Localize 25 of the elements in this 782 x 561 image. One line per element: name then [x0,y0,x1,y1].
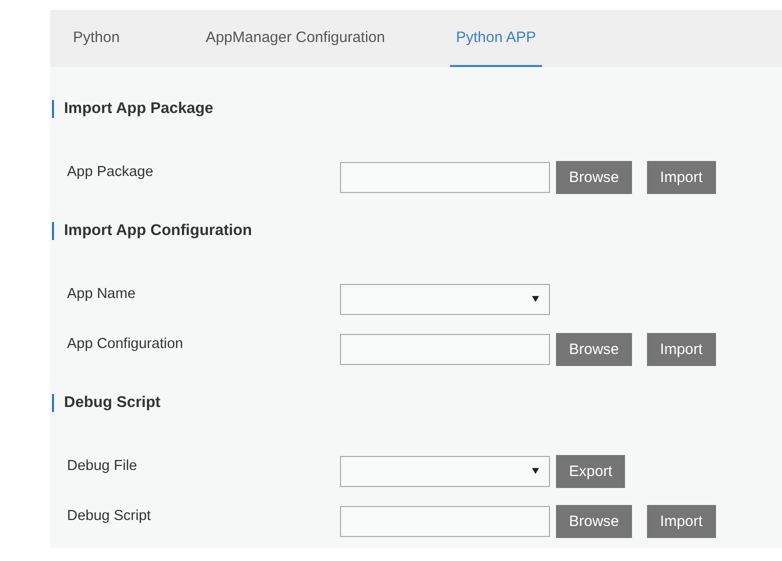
tab[interactable]: Python [50,10,143,67]
section-heading: Import App Configuration [52,222,782,240]
caret-icon [532,468,539,474]
dropdown[interactable] [340,456,550,486]
dropdown[interactable] [340,284,550,314]
action-button[interactable]: Browse [556,504,632,538]
action-button[interactable]: Browse [556,332,632,366]
action-button[interactable]: Browse [556,160,632,194]
caret-icon [532,296,539,302]
field-label: Debug File [66,458,138,474]
section-heading: Import App Package [52,100,782,118]
file-path-field[interactable] [340,334,550,364]
action-button[interactable]: Import [647,504,716,538]
action-button[interactable]: Import [647,332,716,366]
field-label: App Package [66,164,154,180]
tab[interactable]: AppManager Configuration [182,10,408,67]
file-path-field[interactable] [340,506,550,536]
action-button[interactable]: Import [647,160,716,194]
field-label: App Configuration [66,336,184,352]
section-heading: Debug Script [52,394,782,412]
field-label: Debug Script [66,508,152,524]
field-label: App Name [66,286,137,302]
action-button[interactable]: Export [556,454,626,488]
file-path-field[interactable] [340,162,550,192]
tab[interactable]: Python APP [450,10,542,67]
